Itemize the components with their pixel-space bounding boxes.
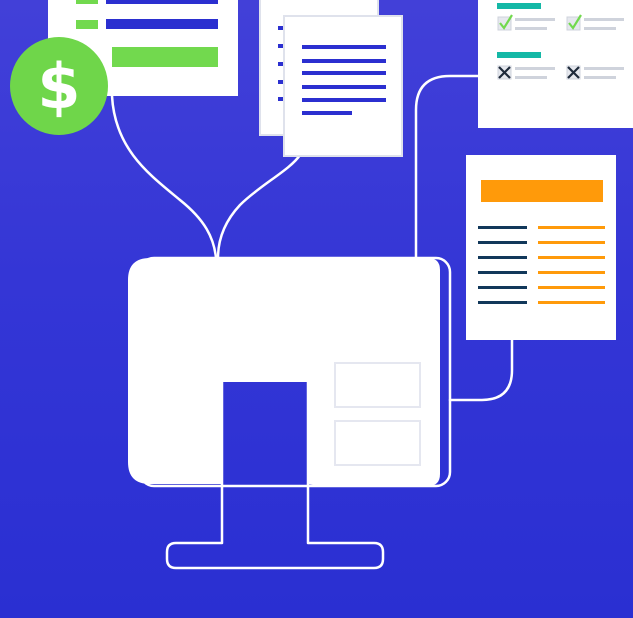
monitor-panel [334,362,421,408]
dollar-coin-icon: $ [10,37,108,135]
illustration-canvas: $ [10,0,633,570]
coin-symbol: $ [37,50,80,123]
invoice-blue-line [106,19,218,29]
invoice-green-mark [76,20,98,29]
invoice-blue-line [106,0,218,4]
checklist-icon [478,0,633,128]
report-document [466,155,616,340]
x-mark-icon [497,65,512,80]
checkmark-icon [566,14,582,31]
connector-document [216,153,302,260]
x-mark-icon [566,65,581,80]
monitor-icon [128,256,452,570]
monitor-panel [334,420,421,466]
connector-report [448,338,514,402]
document-icon [259,0,403,157]
connector-invoice [110,94,218,260]
report-header-bar [481,180,603,202]
invoice-green-bar [112,47,218,67]
checkmark-icon [497,14,513,31]
integration-illustration: $ [0,0,633,618]
invoice-green-mark [76,0,98,4]
